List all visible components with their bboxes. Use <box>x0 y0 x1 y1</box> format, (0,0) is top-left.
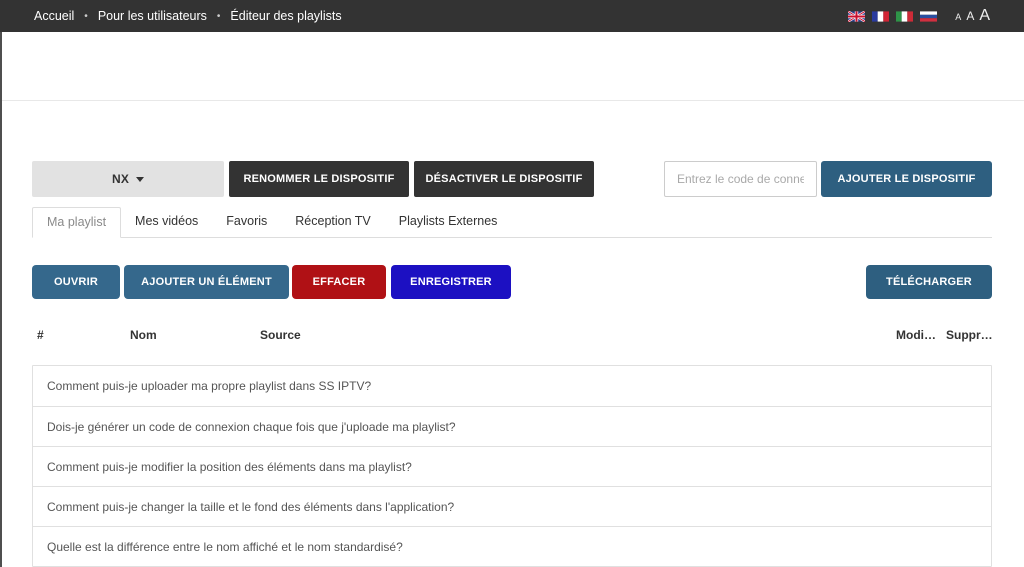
flag-uk-icon[interactable] <box>848 11 865 22</box>
font-size-medium-button[interactable]: A <box>966 10 974 22</box>
clear-button[interactable]: EFFACER <box>292 265 386 299</box>
list-item[interactable]: Comment puis-je uploader ma propre playl… <box>33 366 991 406</box>
deactivate-device-button[interactable]: DÉSACTIVER LE DISPOSITIF <box>414 161 594 197</box>
playlist-rows: Comment puis-je uploader ma propre playl… <box>32 365 992 567</box>
column-header-source: Source <box>260 328 896 342</box>
save-button[interactable]: ENREGISTRER <box>391 265 511 299</box>
open-button[interactable]: OUVRIR <box>32 265 120 299</box>
list-item[interactable]: Dois-je générer un code de connexion cha… <box>33 406 991 446</box>
rename-device-button[interactable]: RENOMMER LE DISPOSITIF <box>229 161 409 197</box>
device-selector-label: NX <box>112 172 129 186</box>
connection-code-input[interactable] <box>664 161 817 197</box>
device-bar: NX RENOMMER LE DISPOSITIF DÉSACTIVER LE … <box>32 161 992 197</box>
font-size-controls: A A A <box>955 8 990 24</box>
playlist-tabs: Ma playlist Mes vidéos Favoris Réception… <box>32 207 992 238</box>
add-item-button[interactable]: AJOUTER UN ÉLÉMENT <box>124 265 289 299</box>
flag-russia-icon[interactable] <box>920 11 937 22</box>
list-item[interactable]: Comment puis-je modifier la position des… <box>33 446 991 486</box>
top-navigation-bar: Accueil • Pour les utilisateurs • Éditeu… <box>0 0 1024 32</box>
window-left-edge <box>0 32 2 567</box>
download-button[interactable]: TÉLÉCHARGER <box>866 265 992 299</box>
flag-italy-icon[interactable] <box>896 11 913 22</box>
font-size-large-button[interactable]: A <box>979 8 990 24</box>
language-and-fontsize-controls: A A A <box>841 8 990 24</box>
tab-external-playlists[interactable]: Playlists Externes <box>385 207 512 237</box>
column-header-modify: Modi… <box>896 328 946 342</box>
main-content: NX RENOMMER LE DISPOSITIF DÉSACTIVER LE … <box>32 161 992 567</box>
add-device-button[interactable]: AJOUTER LE DISPOSITIF <box>821 161 992 197</box>
nav-separator: • <box>84 11 88 22</box>
column-header-name: Nom <box>130 328 260 342</box>
device-selector-dropdown[interactable]: NX <box>32 161 224 197</box>
tab-my-playlist[interactable]: Ma playlist <box>32 207 121 238</box>
nav-link-home[interactable]: Accueil <box>34 9 74 23</box>
column-header-index: # <box>32 328 130 342</box>
font-size-small-button[interactable]: A <box>955 13 961 22</box>
page-header-empty <box>0 32 1024 101</box>
tab-my-videos[interactable]: Mes vidéos <box>121 207 212 237</box>
nav-separator: • <box>217 11 221 22</box>
nav-link-for-users[interactable]: Pour les utilisateurs <box>98 9 207 23</box>
list-item[interactable]: Quelle est la différence entre le nom af… <box>33 526 991 566</box>
nav-link-playlist-editor[interactable]: Éditeur des playlists <box>230 9 341 23</box>
playlist-toolbar: OUVRIR AJOUTER UN ÉLÉMENT EFFACER ENREGI… <box>32 265 992 299</box>
tab-tv-reception[interactable]: Réception TV <box>281 207 385 237</box>
flag-france-icon[interactable] <box>872 11 889 22</box>
chevron-down-icon <box>136 177 144 182</box>
list-item[interactable]: Comment puis-je changer la taille et le … <box>33 486 991 526</box>
column-header-delete: Suppr… <box>946 328 992 342</box>
playlist-table-header: # Nom Source Modi… Suppr… <box>32 328 992 342</box>
tab-favorites[interactable]: Favoris <box>212 207 281 237</box>
